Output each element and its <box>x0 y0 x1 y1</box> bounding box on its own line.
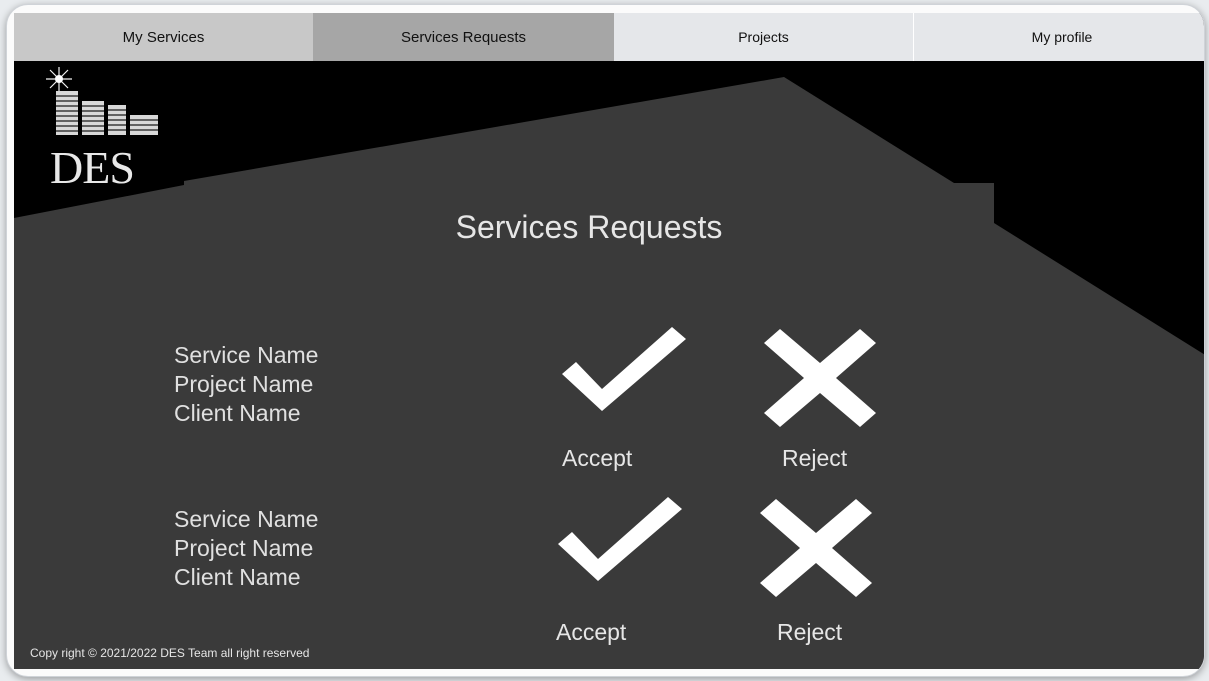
request-info: Service Name Project Name Client Name <box>174 341 318 428</box>
client-name: Client Name <box>174 400 301 426</box>
logo-text: DES <box>50 142 135 193</box>
project-name: Project Name <box>174 371 314 397</box>
tab-my-services[interactable]: My Services <box>14 13 313 61</box>
service-name: Service Name <box>174 342 319 368</box>
accept-button[interactable]: Accept <box>556 619 626 646</box>
footer-copyright: Copy right © 2021/2022 DES Team all righ… <box>30 646 310 660</box>
checkmark-icon[interactable] <box>558 497 688 583</box>
app-frame: My Services Services Requests Projects M… <box>6 4 1205 677</box>
tab-services-requests[interactable]: Services Requests <box>313 13 614 61</box>
reject-button[interactable]: Reject <box>777 619 842 646</box>
page-title: Services Requests <box>455 209 723 245</box>
x-icon[interactable] <box>760 499 872 597</box>
app-screen: My Services Services Requests Projects M… <box>14 13 1204 669</box>
checkmark-icon[interactable] <box>562 327 692 413</box>
tab-my-profile[interactable]: My profile <box>914 13 1204 61</box>
tab-projects[interactable]: Projects <box>614 13 914 61</box>
project-name: Project Name <box>174 535 314 561</box>
request-info: Service Name Project Name Client Name <box>174 505 318 592</box>
nav-tabs: My Services Services Requests Projects M… <box>14 13 1204 61</box>
x-icon[interactable] <box>764 329 876 427</box>
accept-button[interactable]: Accept <box>562 445 632 472</box>
service-name: Service Name <box>174 506 319 532</box>
client-name: Client Name <box>174 564 301 590</box>
reject-button[interactable]: Reject <box>782 445 847 472</box>
